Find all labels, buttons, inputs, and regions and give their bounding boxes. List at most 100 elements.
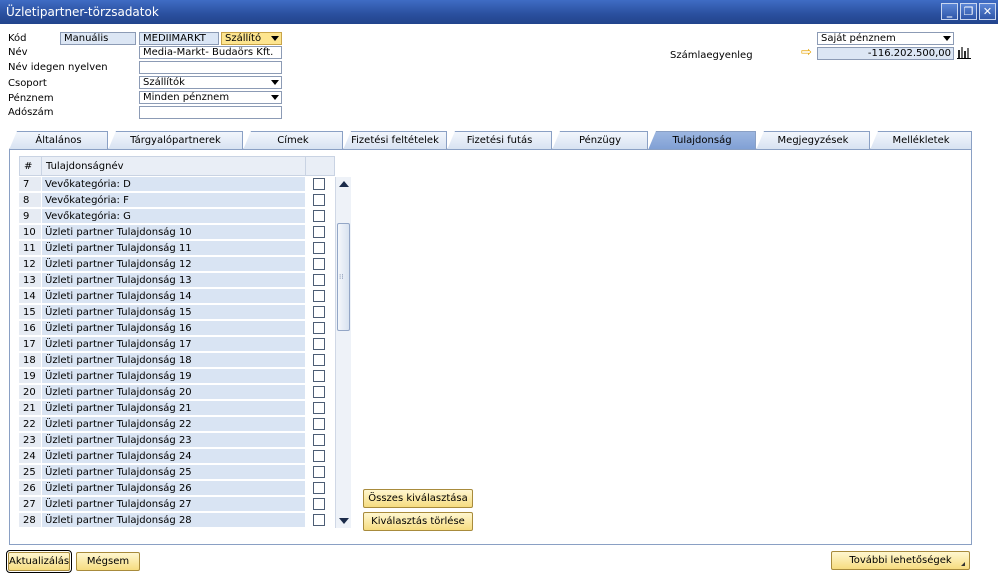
row-number: 21 [19,401,41,416]
row-number: 14 [19,289,41,304]
update-button[interactable]: Aktualizálás [6,550,72,573]
tab-megjegyzesek[interactable]: Megjegyzések [756,131,870,150]
property-checkbox[interactable] [313,418,325,430]
close-icon[interactable]: ✕ [979,3,996,20]
nev-field[interactable]: Media-Markt- Budaörs Kft. [139,46,282,59]
more-options-button[interactable]: További lehetőségek [831,551,970,570]
property-checkbox[interactable] [313,210,325,222]
tab-targyalopartnerek[interactable]: Tárgyalópartnerek [108,131,243,150]
property-checkbox[interactable] [313,274,325,286]
table-row[interactable]: 21 Üzleti partner Tulajdonság 21 [19,401,335,417]
table-row[interactable]: 26 Üzleti partner Tulajdonság 26 [19,481,335,497]
property-checkbox[interactable] [313,194,325,206]
tab-mellekletek[interactable]: Mellékletek [870,131,972,150]
property-checkbox[interactable] [313,258,325,270]
clear-selection-button[interactable]: Kiválasztás törlése [363,512,473,531]
tab-cimek[interactable]: Címek [243,131,343,150]
checkbox-cell [306,225,335,241]
table-row[interactable]: 17 Üzleti partner Tulajdonság 17 [19,337,335,353]
grid-col-property-name[interactable]: Tulajdonságnév [42,157,306,176]
property-checkbox[interactable] [313,322,325,334]
chevron-down-icon [271,95,279,100]
checkbox-cell [306,177,335,193]
tab-altalanos[interactable]: Általános [9,131,108,150]
property-checkbox[interactable] [313,466,325,478]
property-name: Vevőkategória: F [42,193,305,208]
property-checkbox[interactable] [313,514,325,526]
checkbox-cell [306,257,335,273]
table-row[interactable]: 22 Üzleti partner Tulajdonság 22 [19,417,335,433]
row-number: 24 [19,449,41,464]
property-checkbox[interactable] [313,498,325,510]
minimize-icon[interactable]: _ [941,3,958,20]
table-row[interactable]: 12 Üzleti partner Tulajdonság 12 [19,257,335,273]
scroll-up-icon[interactable] [339,181,349,187]
property-checkbox[interactable] [313,354,325,366]
link-arrow-icon[interactable]: ⇨ [801,46,812,59]
kod-type-select[interactable]: Szállító [221,32,282,45]
adoszam-field[interactable] [139,106,282,119]
row-number: 15 [19,305,41,320]
checkbox-cell [306,401,335,417]
checkbox-cell [306,433,335,449]
adoszam-label: Adószám [8,107,54,118]
property-checkbox[interactable] [313,450,325,462]
grid-scrollbar[interactable]: ⁞⁞ [335,177,351,528]
property-name: Üzleti partner Tulajdonság 16 [42,321,305,336]
property-name: Üzleti partner Tulajdonság 20 [42,385,305,400]
table-row[interactable]: 25 Üzleti partner Tulajdonság 25 [19,465,335,481]
restore-icon[interactable]: ❐ [960,3,977,20]
property-checkbox[interactable] [313,482,325,494]
penznem-label: Pénznem [8,93,54,104]
property-name: Üzleti partner Tulajdonság 13 [42,273,305,288]
property-checkbox[interactable] [313,178,325,190]
property-checkbox[interactable] [313,386,325,398]
csoport-select[interactable]: Szállítók [139,76,282,89]
nev-idegen-field[interactable] [139,61,282,74]
table-row[interactable]: 23 Üzleti partner Tulajdonság 23 [19,433,335,449]
table-row[interactable]: 15 Üzleti partner Tulajdonság 15 [19,305,335,321]
kod-field[interactable]: MEDIIMARKT [139,32,219,45]
tab-fizetesi-futas[interactable]: Fizetési futás [447,131,552,150]
table-row[interactable]: 18 Üzleti partner Tulajdonság 18 [19,353,335,369]
table-row[interactable]: 28 Üzleti partner Tulajdonság 28 [19,513,335,529]
property-checkbox[interactable] [313,434,325,446]
bar-chart-icon[interactable] [957,45,971,59]
property-checkbox[interactable] [313,242,325,254]
tab-tulajdonsag[interactable]: Tulajdonság [648,131,756,150]
row-number: 9 [19,209,41,224]
table-row[interactable]: 8 Vevőkategória: F [19,193,335,209]
table-row[interactable]: 20 Üzleti partner Tulajdonság 20 [19,385,335,401]
table-row[interactable]: 14 Üzleti partner Tulajdonság 14 [19,289,335,305]
tab-penzugy[interactable]: Pénzügy [552,131,648,150]
cancel-button[interactable]: Mégsem [76,552,140,571]
kod-mode-field[interactable]: Manuális [60,32,136,45]
row-number: 18 [19,353,41,368]
property-checkbox[interactable] [313,370,325,382]
penznem-select[interactable]: Minden pénznem [139,91,282,104]
property-checkbox[interactable] [313,290,325,302]
grid-col-number[interactable]: # [20,157,42,176]
property-checkbox[interactable] [313,226,325,238]
table-row[interactable]: 7 Vevőkategória: D [19,177,335,193]
table-row[interactable]: 11 Üzleti partner Tulajdonság 11 [19,241,335,257]
tab-fizetesi-feltetelek[interactable]: Fizetési feltételek [343,131,447,150]
property-checkbox[interactable] [313,338,325,350]
property-name: Üzleti partner Tulajdonság 23 [42,433,305,448]
table-row[interactable]: 9 Vevőkategória: G [19,209,335,225]
property-name: Üzleti partner Tulajdonság 26 [42,481,305,496]
property-checkbox[interactable] [313,306,325,318]
scroll-down-icon[interactable] [339,518,349,524]
table-row[interactable]: 13 Üzleti partner Tulajdonság 13 [19,273,335,289]
select-all-button[interactable]: Összes kiválasztása [363,489,473,508]
currency-value: Saját pénznem [821,33,896,44]
table-row[interactable]: 27 Üzleti partner Tulajdonság 27 [19,497,335,513]
currency-select[interactable]: Saját pénznem [817,32,954,45]
penznem-value: Minden pénznem [143,92,230,103]
property-checkbox[interactable] [313,402,325,414]
table-row[interactable]: 10 Üzleti partner Tulajdonság 10 [19,225,335,241]
table-row[interactable]: 19 Üzleti partner Tulajdonság 19 [19,369,335,385]
table-row[interactable]: 16 Üzleti partner Tulajdonság 16 [19,321,335,337]
csoport-value: Szállítók [143,77,185,88]
table-row[interactable]: 24 Üzleti partner Tulajdonság 24 [19,449,335,465]
